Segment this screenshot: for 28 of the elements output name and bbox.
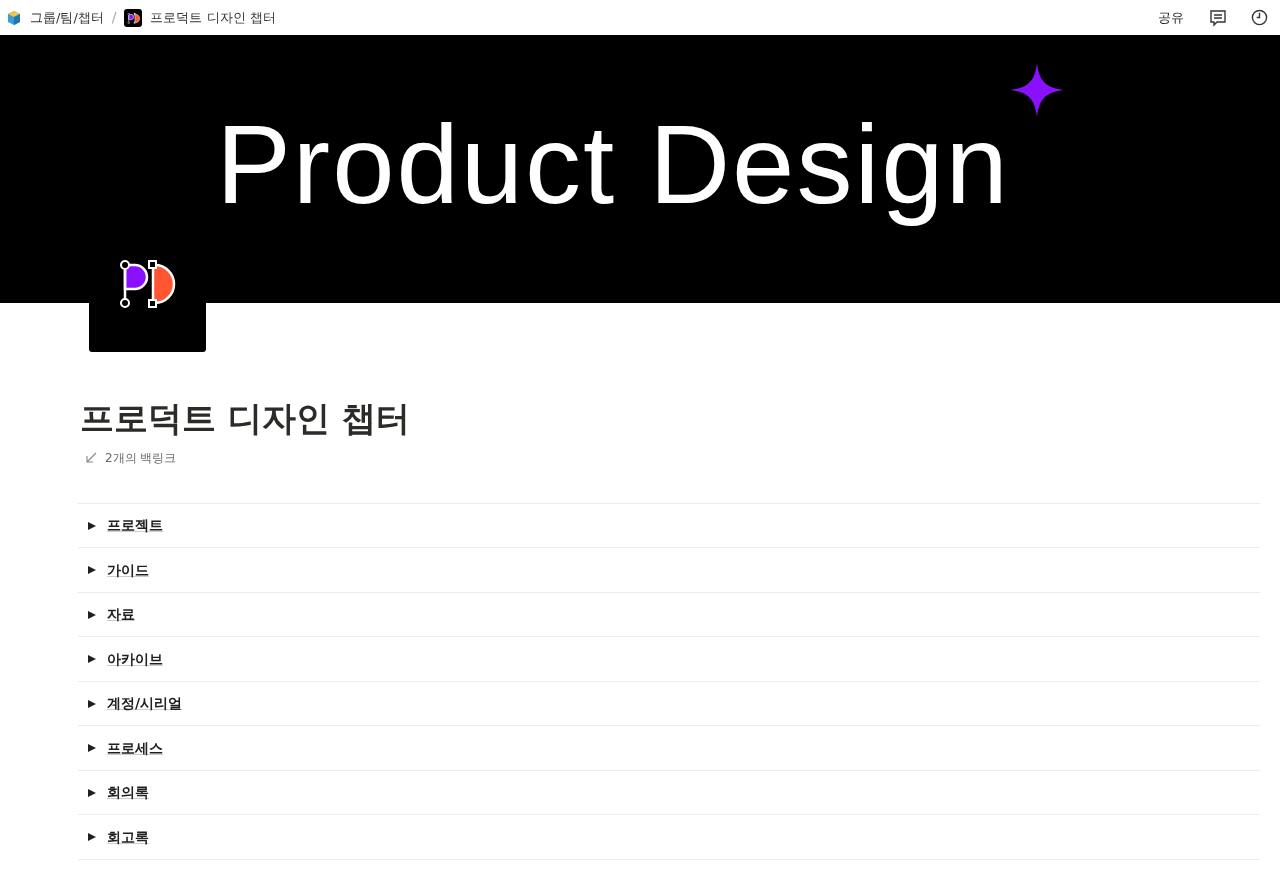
toggle-triangle-icon[interactable] — [87, 609, 97, 620]
toggle-triangle-icon[interactable] — [87, 787, 97, 798]
cube-icon — [6, 9, 22, 26]
breadcrumb-link[interactable]: 프로덕트 디자인 챕터 — [150, 7, 276, 28]
toggle-triangle-icon[interactable] — [87, 565, 97, 576]
arrow-icon — [86, 452, 97, 464]
toggle-heading[interactable]: 프로세스 — [107, 737, 163, 759]
share-button[interactable]: 공유 — [1157, 6, 1185, 29]
toggle-heading[interactable]: 프로젝트 — [107, 515, 163, 537]
toggle-triangle-icon[interactable] — [87, 832, 97, 843]
comment-icon[interactable] — [1209, 8, 1227, 27]
toggle-heading[interactable]: 자료 — [107, 604, 135, 626]
page-logo-icon — [124, 8, 143, 27]
toggle-heading[interactable]: 회고록 — [107, 826, 149, 848]
page-title: 프로덕트 디자인 챕터 — [80, 398, 411, 439]
toggle-triangle-icon[interactable] — [87, 520, 97, 531]
toggle-triangle-icon[interactable] — [87, 743, 97, 754]
cover-title: Product Design — [216, 101, 1010, 229]
breadcrumb-separator: / — [111, 8, 117, 27]
toggle-heading[interactable]: 가이드 — [107, 559, 149, 581]
clock-icon[interactable] — [1251, 9, 1268, 26]
toggle-heading[interactable]: 계정/시리얼 — [107, 693, 183, 715]
backlinks-link[interactable]: 2개의 백링크 — [105, 448, 177, 467]
toggle-heading[interactable]: 아카이브 — [107, 648, 163, 670]
toggle-triangle-icon[interactable] — [87, 654, 97, 665]
toggle-heading[interactable]: 회의록 — [107, 782, 149, 804]
toggle-triangle-icon[interactable] — [87, 698, 97, 709]
breadcrumb-link[interactable]: 그룹/팀/챕터 — [30, 7, 104, 28]
